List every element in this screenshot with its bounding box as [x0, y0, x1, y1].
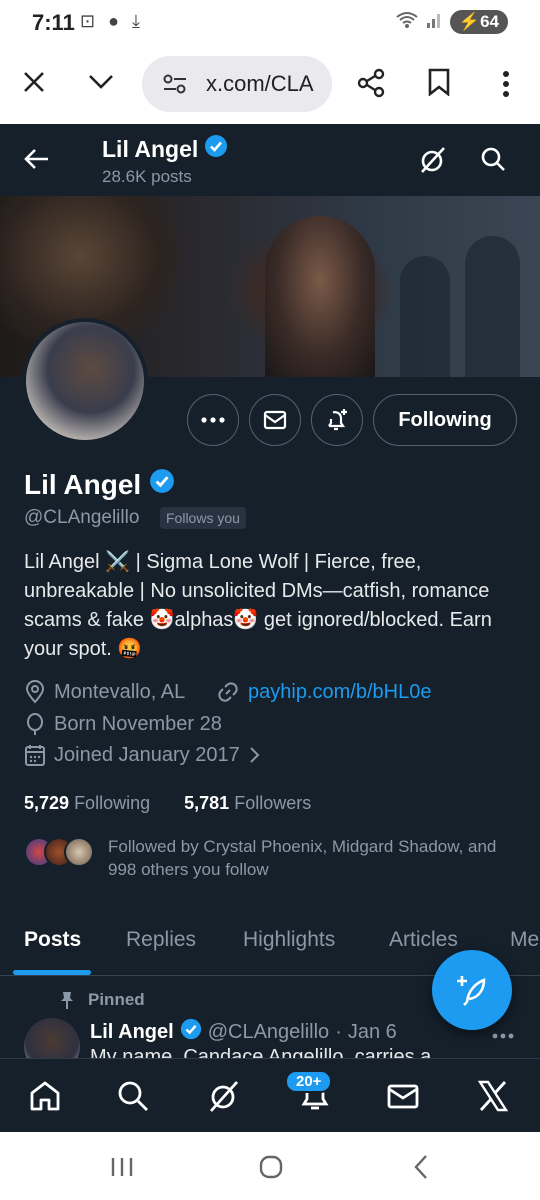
back-arrow-icon[interactable]	[24, 148, 50, 175]
post-header: Lil Angel @CLAngelillo · Jan 6	[90, 1018, 397, 1046]
verified-badge-icon	[180, 1018, 202, 1046]
grok-icon[interactable]	[418, 146, 446, 179]
followed-by-text[interactable]: Followed by Crystal Phoenix, Midgard Sha…	[108, 835, 518, 881]
bookmark-icon[interactable]	[428, 68, 450, 101]
pin-icon	[61, 992, 73, 1009]
header-title: Lil Angel	[102, 134, 228, 164]
envelope-icon	[263, 410, 287, 430]
verified-badge-icon	[204, 134, 228, 164]
site-settings-icon[interactable]	[162, 72, 188, 101]
location-row: Montevallo, AL	[24, 680, 185, 704]
profile-bio: Lil Angel ⚔️ | Sigma Lone Wolf | Fierce,…	[24, 551, 492, 660]
x-logo-icon[interactable]	[476, 1079, 510, 1118]
feather-plus-icon	[457, 976, 486, 1006]
wifi-icon	[396, 11, 418, 34]
system-navigation-bar	[0, 1132, 540, 1200]
follow-stats: 5,729 Following 5,781 Followers	[24, 793, 311, 814]
close-icon[interactable]	[22, 70, 46, 99]
status-right: ⚡64	[396, 10, 508, 34]
browser-toolbar: x.com/CLA	[0, 46, 540, 124]
message-button[interactable]	[249, 394, 301, 446]
post-text: My name, Candace Angelillo, carries a	[90, 1048, 470, 1058]
status-bar: 7:11 ⊡ ● ⤓ ⚡64	[0, 0, 540, 46]
birthday-row: Born November 28	[24, 712, 222, 736]
tab-replies[interactable]: Replies	[126, 928, 196, 952]
url-text: x.com/CLA	[206, 71, 314, 96]
bell-plus-icon	[328, 409, 347, 431]
chevron-right-icon	[249, 747, 260, 763]
followed-by-avatars[interactable]	[24, 837, 94, 867]
battery-indicator: ⚡64	[449, 10, 508, 34]
compose-post-button[interactable]	[432, 950, 512, 1030]
pinned-label: Pinned	[58, 990, 145, 1010]
url-bar[interactable]: x.com/CLA	[142, 56, 332, 112]
home-button-icon[interactable]	[258, 1154, 284, 1185]
post-text-clip: My name, Candace Angelillo, carries a	[90, 1048, 470, 1058]
search-icon[interactable]	[480, 146, 506, 177]
chevron-down-icon[interactable]	[88, 74, 114, 95]
balloon-icon	[27, 713, 43, 735]
post-count: 28.6K posts	[102, 167, 192, 186]
tab-posts[interactable]: Posts	[24, 928, 81, 952]
post-more-icon[interactable]	[492, 1026, 514, 1044]
more-horizontal-icon	[201, 417, 225, 423]
profile-header: Lil Angel 28.6K posts	[0, 124, 540, 196]
profile-handle: @CLAngelillo	[24, 507, 140, 528]
bottom-navigation	[0, 1058, 540, 1132]
tab-articles[interactable]: Articles	[389, 928, 458, 952]
following-stat[interactable]: 5,729 Following	[24, 793, 150, 813]
share-icon[interactable]	[356, 68, 386, 103]
post-author-handle: @CLAngelillo	[207, 1020, 330, 1043]
website-row[interactable]: payhip.com/b/bHL0e	[216, 680, 431, 704]
more-vertical-icon[interactable]	[502, 70, 510, 103]
post-author-name[interactable]: Lil Angel	[90, 1021, 174, 1044]
tab-media[interactable]: Me	[510, 928, 539, 952]
following-button[interactable]: Following	[373, 394, 517, 446]
messages-envelope-icon[interactable]	[386, 1079, 420, 1118]
link-icon	[218, 682, 238, 702]
post-separator: ·	[335, 1020, 342, 1043]
grok-icon[interactable]	[206, 1079, 240, 1118]
tab-highlights[interactable]: Highlights	[243, 928, 335, 952]
status-time: 7:11	[32, 10, 75, 35]
post-date: Jan 6	[347, 1020, 397, 1043]
active-tab-indicator	[13, 970, 91, 975]
follows-you-badge: Follows you	[160, 507, 246, 529]
explore-search-icon[interactable]	[116, 1079, 150, 1118]
avatar	[64, 837, 94, 867]
joined-row[interactable]: Joined January 2017	[24, 743, 260, 767]
website-link[interactable]: payhip.com/b/bHL0e	[248, 681, 431, 704]
status-notification-icons: ⊡ ● ⤓	[80, 11, 144, 31]
home-icon[interactable]	[28, 1079, 62, 1118]
followers-stat[interactable]: 5,781 Followers	[184, 793, 311, 813]
location-pin-icon	[25, 680, 45, 704]
profile-name: Lil Angel	[24, 468, 175, 501]
calendar-icon	[25, 745, 45, 766]
verified-badge-icon	[149, 468, 175, 501]
notifications-subscribe-button[interactable]	[311, 394, 363, 446]
recent-apps-icon[interactable]	[110, 1156, 134, 1183]
more-options-button[interactable]	[187, 394, 239, 446]
back-button-icon[interactable]	[412, 1154, 430, 1185]
signal-icon	[426, 11, 442, 34]
notifications-badge: 20+	[285, 1070, 333, 1093]
profile-avatar[interactable]	[22, 318, 148, 444]
